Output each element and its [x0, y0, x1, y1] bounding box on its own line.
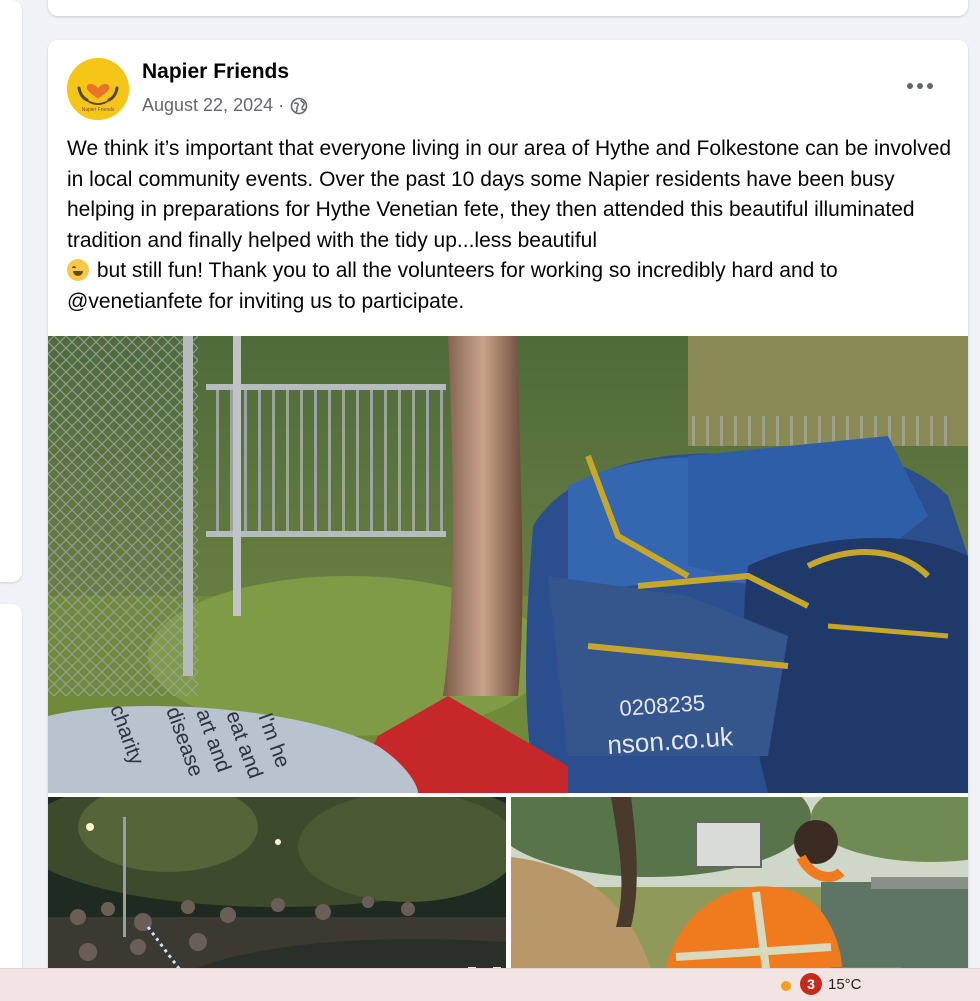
notification-badge: 3 [800, 973, 822, 995]
globe-icon[interactable] [290, 97, 308, 115]
post-meta: August 22, 2024 · [142, 95, 308, 116]
weather-widget[interactable]: 3 15°C [778, 973, 862, 995]
post-author[interactable]: Napier Friends [142, 60, 289, 84]
post-photo-main[interactable]: 0208235 nson.co.uk I'm he eat and art an… [48, 336, 968, 793]
previous-post-card [48, 0, 968, 16]
more-options-icon [907, 83, 913, 89]
post-message: We think it’s important that everyone li… [67, 134, 952, 317]
bulk-bags-by-tree-photo: 0208235 nson.co.uk I'm he eat and art an… [48, 336, 968, 793]
post-date[interactable]: August 22, 2024 · [142, 95, 284, 116]
grinning-face-with-sweat-emoji [67, 259, 89, 281]
sun-icon [781, 981, 791, 991]
post-message-text: We think it’s important that everyone li… [67, 137, 952, 252]
temperature-text: 15°C [828, 975, 862, 993]
left-column-card [0, 0, 22, 582]
windows-taskbar: 3 15°C [0, 968, 980, 1001]
avatar-caption: Napier Friends [82, 107, 115, 113]
post-message-text-end: but still fun! Thank you to all the volu… [67, 259, 838, 313]
more-options-button[interactable] [902, 72, 938, 100]
page-avatar[interactable]: Napier Friends [67, 58, 129, 120]
left-column-card [0, 604, 22, 984]
napier-friends-logo-icon: Napier Friends [67, 58, 129, 120]
post-card: Napier Friends Napier Friends August 22,… [48, 40, 968, 1000]
